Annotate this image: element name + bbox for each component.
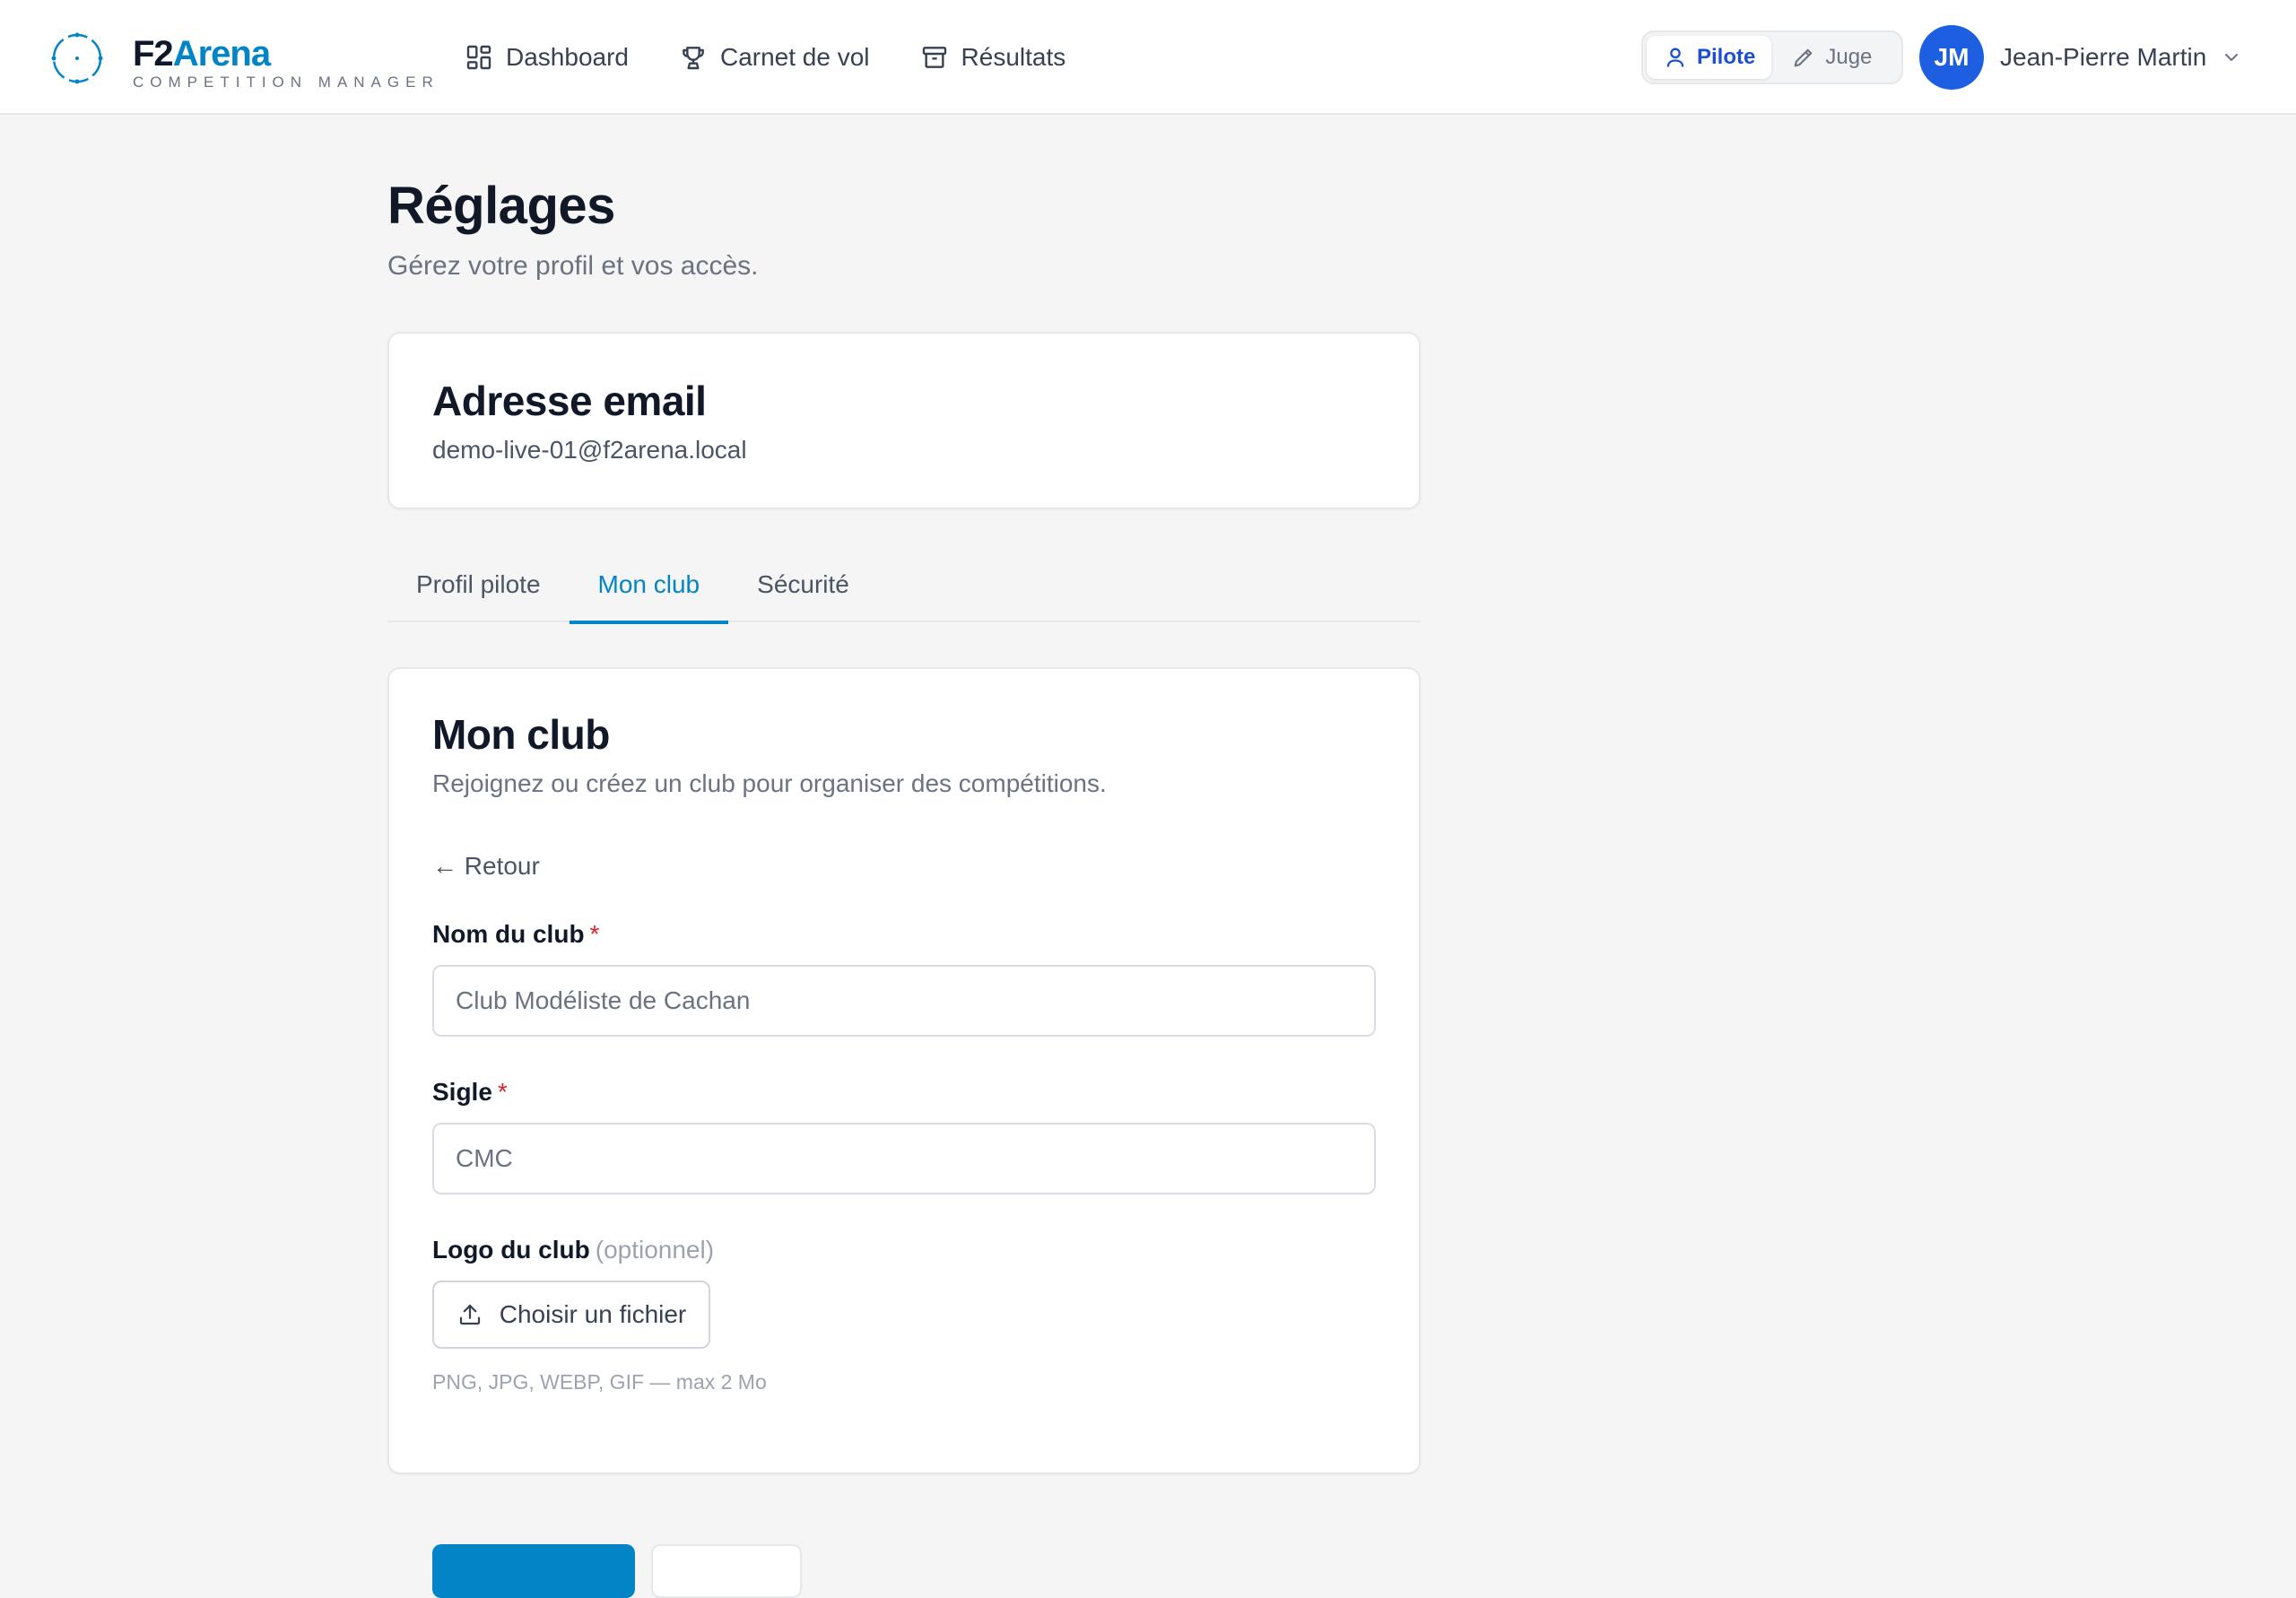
acronym-input[interactable] xyxy=(432,1123,1376,1194)
settings-tabs: Profil pilote Mon club Sécurité xyxy=(387,547,1421,624)
grid-icon xyxy=(466,45,491,70)
role-switcher: Pilote Juge xyxy=(1641,30,1903,84)
brand-name: F2Arena xyxy=(133,34,271,74)
nav-carnet-de-vol[interactable]: Carnet de vol xyxy=(679,43,870,72)
club-card-subtitle: Rejoignez ou créez un club pour organise… xyxy=(432,769,1107,797)
acronym-label: Sigle * xyxy=(432,1078,508,1106)
user-icon xyxy=(1666,48,1684,67)
role-pilot-button[interactable]: Pilote xyxy=(1647,36,1772,79)
email-card-title: Adresse email xyxy=(432,378,707,424)
club-card-title: Mon club xyxy=(432,711,610,758)
nav-resultats[interactable]: Résultats xyxy=(920,43,1065,72)
club-name-input[interactable] xyxy=(432,965,1376,1037)
club-name-label: Nom du club * xyxy=(432,920,600,948)
file-hint: PNG, JPG, WEBP, GIF — max 2 Mo xyxy=(432,1370,767,1394)
back-link[interactable]: ← Retour xyxy=(432,852,540,881)
user-name: Jean-Pierre Martin xyxy=(2000,43,2207,71)
email-card: Adresse email demo-live-01@f2arena.local xyxy=(387,332,1421,509)
crosshair-logo-icon xyxy=(51,32,103,84)
top-navigation-bar: F2Arena COMPETITION MANAGER Dashboard Ca… xyxy=(0,0,2296,115)
nav-dashboard[interactable]: Dashboard xyxy=(465,43,629,72)
archive-icon xyxy=(922,47,946,68)
chevron-down-icon xyxy=(2225,54,2239,62)
page-subtitle: Gérez votre profil et vos accès. xyxy=(387,251,759,281)
pencil-icon xyxy=(1794,48,1813,67)
secondary-button[interactable] xyxy=(651,1544,802,1598)
club-card: Mon club Rejoignez ou créez un club pour… xyxy=(387,667,1421,1598)
user-menu[interactable]: JM Jean-Pierre Martin xyxy=(1919,25,2242,90)
email-value: demo-live-01@f2arena.local xyxy=(432,436,747,464)
avatar: JM xyxy=(1919,25,1984,90)
brand-logo[interactable]: F2Arena COMPETITION MANAGER xyxy=(48,27,439,91)
logo-label: Logo du club (optionnel) xyxy=(432,1236,715,1264)
upload-icon xyxy=(459,1304,480,1325)
tab-mon-club[interactable]: Mon club xyxy=(569,547,729,624)
page-title: Réglages xyxy=(387,177,615,235)
tab-profil-pilote[interactable]: Profil pilote xyxy=(387,547,570,622)
brand-tagline: COMPETITION MANAGER xyxy=(133,74,439,91)
tab-securite[interactable]: Sécurité xyxy=(728,547,878,622)
primary-button[interactable] xyxy=(432,1544,635,1598)
choose-file-button[interactable]: Choisir un fichier xyxy=(432,1281,710,1349)
main-nav: Dashboard Carnet de vol Résultats xyxy=(465,32,1065,83)
trophy-icon xyxy=(683,47,704,70)
role-judge-button[interactable]: Juge xyxy=(1775,36,1888,79)
